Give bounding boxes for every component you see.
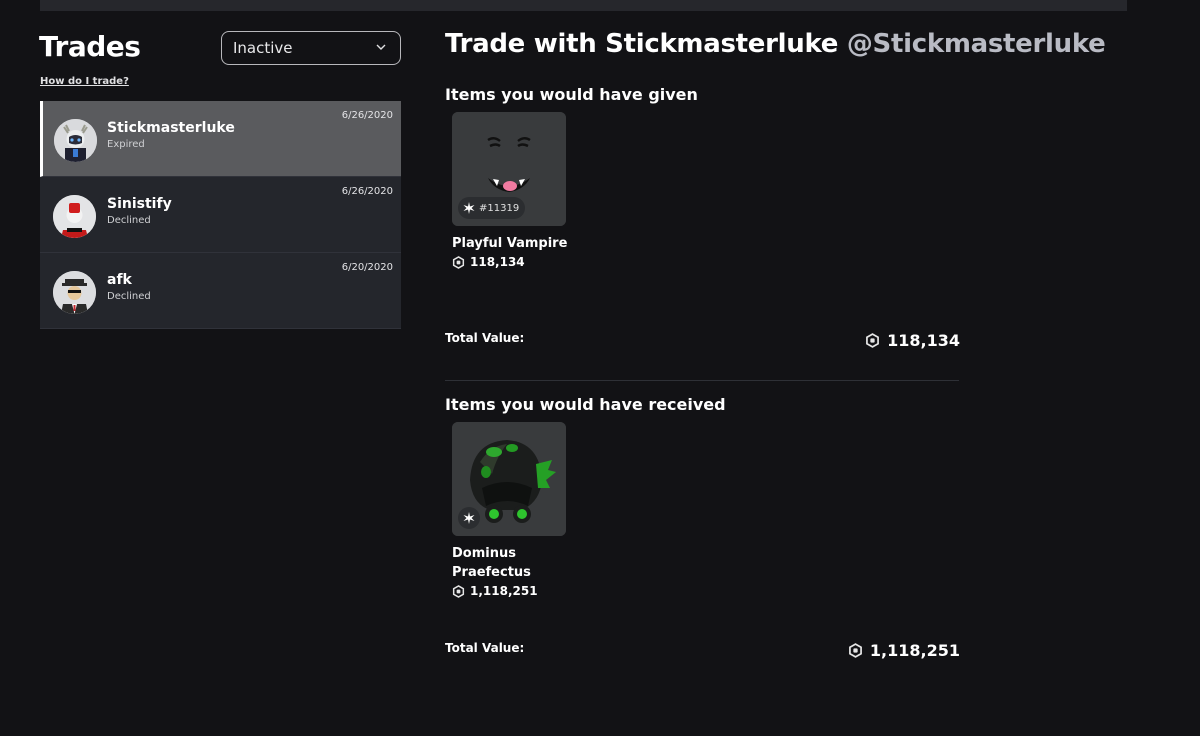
trade-partner-name: Sinistify — [107, 196, 172, 212]
trade-row-sinistify[interactable]: Sinistify Declined 6/26/2020 — [40, 177, 401, 253]
trade-list: Stickmasterluke Expired 6/26/2020 Sinist… — [40, 101, 401, 329]
item-card-playful-vampire: #11319 Playful Vampire 118,134 — [452, 112, 572, 269]
item-price-value: 1,118,251 — [470, 584, 538, 598]
received-section-title: Items you would have received — [445, 395, 726, 414]
given-total-amount: 118,134 — [887, 331, 960, 350]
limited-badge — [458, 507, 480, 529]
limited-star-icon — [463, 512, 475, 524]
serial-number: #11319 — [479, 202, 520, 214]
playful-vampire-thumbnail[interactable]: #11319 — [452, 112, 566, 226]
section-divider — [445, 380, 959, 381]
trade-date: 6/20/2020 — [341, 262, 393, 273]
avatar — [53, 271, 96, 314]
trade-row-stickmasterluke[interactable]: Stickmasterluke Expired 6/26/2020 — [40, 101, 401, 177]
trade-partner-name: Stickmasterluke — [107, 120, 235, 136]
trade-partner-handle[interactable]: @Stickmasterluke — [847, 29, 1106, 59]
item-price-value: 118,134 — [470, 255, 525, 269]
limited-star-icon — [463, 202, 475, 214]
trade-status: Declined — [107, 291, 151, 302]
item-name[interactable]: Dominus Praefectus — [452, 544, 542, 582]
robux-icon — [452, 584, 465, 598]
item-name[interactable]: Playful Vampire — [452, 234, 572, 253]
robux-icon — [848, 643, 862, 658]
trade-partner-title: Trade with Stickmasterluke — [445, 29, 839, 59]
how-do-i-trade-link[interactable]: How do I trade? — [40, 76, 129, 87]
trades-title: Trades — [39, 30, 141, 63]
item-card-dominus-praefectus: Dominus Praefectus 1,118,251 — [452, 422, 572, 598]
trade-date: 6/26/2020 — [341, 110, 393, 121]
trade-filter-dropdown[interactable]: Inactive — [221, 31, 401, 65]
trade-filter-value: Inactive — [233, 39, 293, 57]
robux-icon — [866, 333, 880, 348]
trade-partner-name: afk — [107, 272, 132, 288]
robux-icon — [452, 255, 465, 269]
trade-date: 6/26/2020 — [341, 186, 393, 197]
avatar — [54, 119, 97, 162]
given-total-label: Total Value: — [445, 331, 525, 345]
top-bar — [40, 0, 1127, 11]
trade-status: Declined — [107, 215, 151, 226]
avatar — [53, 195, 96, 238]
dominus-praefectus-thumbnail[interactable] — [452, 422, 566, 536]
trade-status: Expired — [107, 139, 145, 150]
given-total-value: 118,134 — [865, 331, 960, 350]
given-section-title: Items you would have given — [445, 85, 698, 104]
trade-row-afk[interactable]: afk Declined 6/20/2020 — [40, 253, 401, 329]
received-total-amount: 1,118,251 — [869, 641, 960, 660]
trade-heading: Trade with Stickmasterluke @Stickmasterl… — [445, 29, 1106, 59]
item-price: 1,118,251 — [452, 584, 572, 598]
limited-serial-badge: #11319 — [458, 197, 526, 219]
item-price: 118,134 — [452, 255, 572, 269]
received-total-value: 1,118,251 — [848, 641, 960, 660]
chevron-down-icon — [376, 44, 386, 50]
received-total-label: Total Value: — [445, 641, 525, 655]
